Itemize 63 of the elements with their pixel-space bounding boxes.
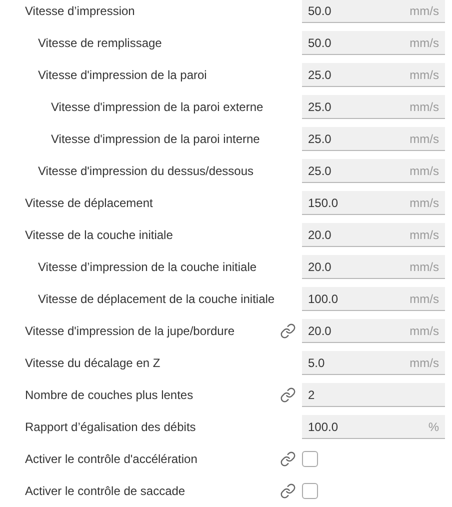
setting-label: Vitesse de la couche initiale	[25, 227, 174, 244]
input-field[interactable]: 50.0 mm/s	[302, 0, 445, 23]
field-value: 100.0	[308, 418, 338, 436]
input-field[interactable]: 50.0 mm/s	[302, 31, 445, 55]
input-field[interactable]: 2	[302, 383, 445, 407]
unit-label: mm/s	[410, 354, 439, 372]
input-field[interactable]: 100.0 mm/s	[302, 287, 445, 311]
field-value: 50.0	[308, 2, 332, 20]
unit-label: mm/s	[410, 194, 439, 212]
field-value: 20.0	[308, 322, 332, 340]
setting-label: Vitesse d'impression de la paroi externe	[51, 99, 264, 116]
input-field[interactable]: 5.0 mm/s	[302, 351, 445, 375]
field-value: 2	[308, 386, 315, 404]
setting-label: Vitesse de remplissage	[38, 35, 163, 52]
unit-label: mm/s	[410, 2, 439, 20]
setting-label: Vitesse d'impression du dessus/dessous	[38, 163, 255, 180]
unit-label: mm/s	[410, 130, 439, 148]
field-value: 50.0	[308, 34, 332, 52]
input-field[interactable]: 25.0 mm/s	[302, 95, 445, 119]
input-field[interactable]: 20.0 mm/s	[302, 223, 445, 247]
input-field[interactable]: 20.0 mm/s	[302, 319, 445, 343]
unit-label: mm/s	[410, 290, 439, 308]
setting-label: Vitesse d’impression	[25, 3, 136, 20]
setting-label: Nombre de couches plus lentes	[25, 387, 194, 404]
unit-label: mm/s	[410, 258, 439, 276]
input-field[interactable]: 25.0 mm/s	[302, 159, 445, 183]
unit-label: mm/s	[410, 66, 439, 84]
input-field[interactable]: 100.0 %	[302, 415, 445, 439]
field-value: 25.0	[308, 162, 332, 180]
field-value: 150.0	[308, 194, 338, 212]
field-value: 25.0	[308, 130, 332, 148]
setting-label: Activer le contrôle de saccade	[25, 483, 186, 500]
unit-label: mm/s	[410, 226, 439, 244]
field-value: 20.0	[308, 258, 332, 276]
field-value: 25.0	[308, 66, 332, 84]
checkbox[interactable]	[302, 451, 318, 467]
setting-label: Vitesse d'impression de la paroi interne	[51, 131, 261, 148]
input-field[interactable]: 25.0 mm/s	[302, 127, 445, 151]
input-field[interactable]: 150.0 mm/s	[302, 191, 445, 215]
setting-label: Vitesse de déplacement de la couche initiale	[38, 291, 276, 308]
setting-label: Rapport d’égalisation des débits	[25, 419, 197, 436]
setting-label: Activer le contrôle d'accélération	[25, 451, 198, 468]
setting-label: Vitesse d'impression de la paroi	[38, 67, 208, 84]
field-value: 20.0	[308, 226, 332, 244]
link-icon[interactable]	[280, 323, 296, 339]
unit-label: mm/s	[410, 322, 439, 340]
field-value: 5.0	[308, 354, 325, 372]
unit-label: %	[428, 418, 439, 436]
setting-label: Vitesse de déplacement	[25, 195, 154, 212]
input-field[interactable]: 25.0 mm/s	[302, 63, 445, 87]
setting-label: Vitesse du décalage en Z	[25, 355, 162, 372]
unit-label: mm/s	[410, 162, 439, 180]
link-icon[interactable]	[280, 387, 296, 403]
unit-label: mm/s	[410, 34, 439, 52]
link-icon[interactable]	[280, 451, 296, 467]
field-value: 100.0	[308, 290, 338, 308]
unit-label: mm/s	[410, 98, 439, 116]
checkbox[interactable]	[302, 483, 318, 499]
field-value: 25.0	[308, 98, 332, 116]
link-icon[interactable]	[280, 483, 296, 499]
input-field[interactable]: 20.0 mm/s	[302, 255, 445, 279]
setting-label: Vitesse d’impression de la couche initiale	[38, 259, 258, 276]
setting-label: Vitesse d'impression de la jupe/bordure	[25, 323, 236, 340]
